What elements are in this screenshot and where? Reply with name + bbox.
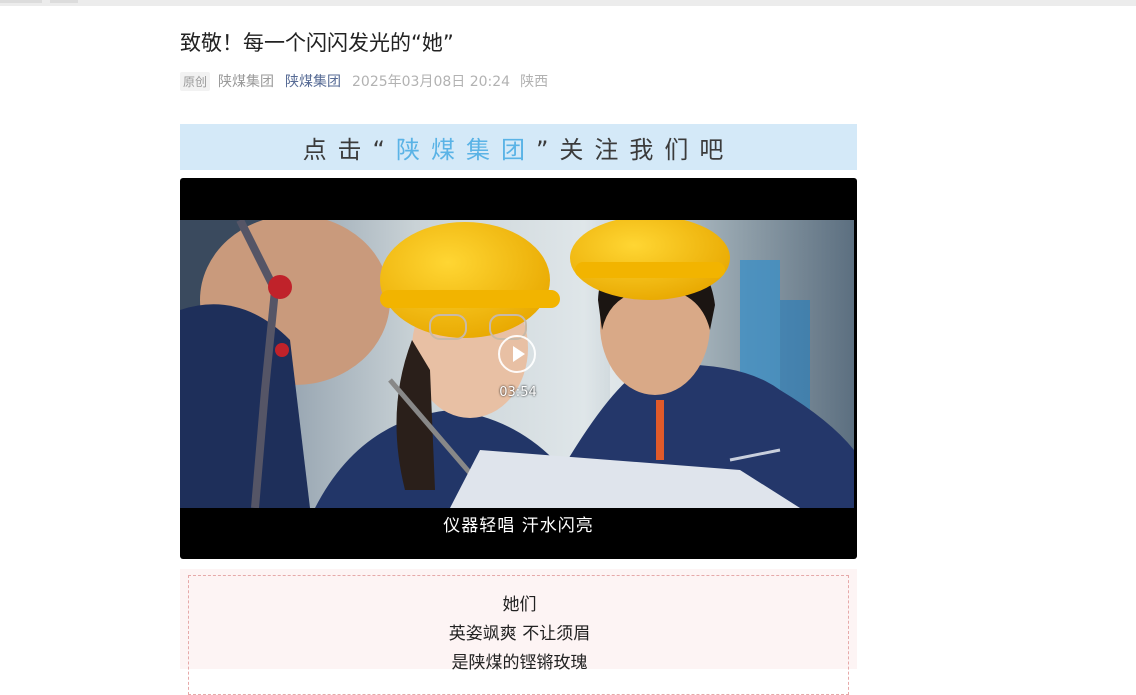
quote-line: 她们 (502, 595, 537, 615)
follow-banner-brand: 陕煤集团 (396, 135, 536, 164)
tab-fragment[interactable] (50, 0, 78, 3)
follow-banner[interactable]: 点击“ 陕煤集团 ”关注我们吧 (180, 124, 857, 170)
article-meta: 原创 陕煤集团 陕煤集团 2025年03月08日 20:24 陕西 (180, 71, 548, 91)
video-duration: 03:54 (499, 385, 537, 400)
publish-location: 陕西 (520, 74, 549, 90)
browser-top-strip (0, 0, 1136, 6)
follow-banner-prefix: 点击“ (302, 135, 396, 164)
follow-banner-suffix: ”关注我们吧 (536, 135, 735, 164)
quote-box: 她们 英姿飒爽 不让须眉 是陕煤的铿锵玫瑰 (180, 569, 857, 695)
publish-datetime: 2025年03月08日 20:24 (352, 74, 511, 90)
quote-line: 英姿飒爽 不让须眉 (448, 624, 591, 644)
quote-line: 是陕煤的铿锵玫瑰 (451, 653, 588, 673)
play-icon (513, 346, 525, 362)
author-name: 陕煤集团 (218, 74, 275, 90)
original-badge: 原创 (180, 71, 211, 91)
play-button[interactable] (498, 335, 536, 373)
video-subtitle: 仪器轻唱 汗水闪亮 (443, 516, 594, 536)
quote-border: 她们 英姿飒爽 不让须眉 是陕煤的铿锵玫瑰 (188, 575, 849, 695)
video-player[interactable]: 03:54 仪器轻唱 汗水闪亮 (180, 178, 857, 559)
account-link[interactable]: 陕煤集团 (285, 71, 341, 91)
article-title: 致敬！每一个闪闪发光的“她” (180, 31, 454, 55)
tab-fragment[interactable] (0, 0, 42, 3)
